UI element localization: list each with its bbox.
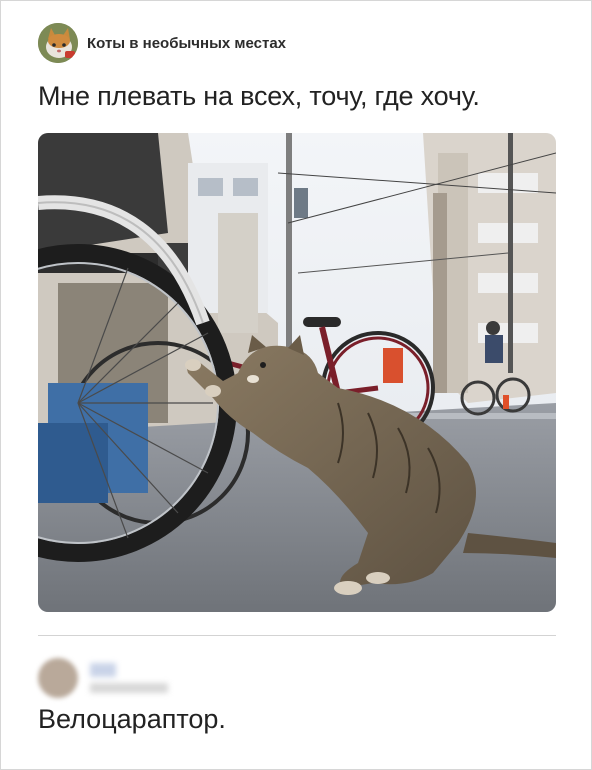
cat-face-icon <box>38 23 78 63</box>
comment-author-name[interactable] <box>90 663 116 677</box>
post-text: Мне плевать на всех, точу, где хочу. <box>38 81 480 111</box>
group-header[interactable]: Коты в необычных местах <box>38 23 286 63</box>
comment-author[interactable] <box>38 658 168 698</box>
comment-author-meta <box>90 683 168 693</box>
comment-text: Велоцараптор. <box>38 704 226 734</box>
group-avatar[interactable] <box>38 23 78 63</box>
divider <box>38 635 556 636</box>
cat-scratching-bicycle-photo <box>38 133 556 612</box>
group-name[interactable]: Коты в необычных местах <box>87 35 286 52</box>
post-card: Коты в необычных местах Мне плевать на в… <box>0 0 592 770</box>
avatar[interactable] <box>38 658 78 698</box>
comment-author-info <box>90 663 168 693</box>
post-photo[interactable] <box>38 133 556 612</box>
